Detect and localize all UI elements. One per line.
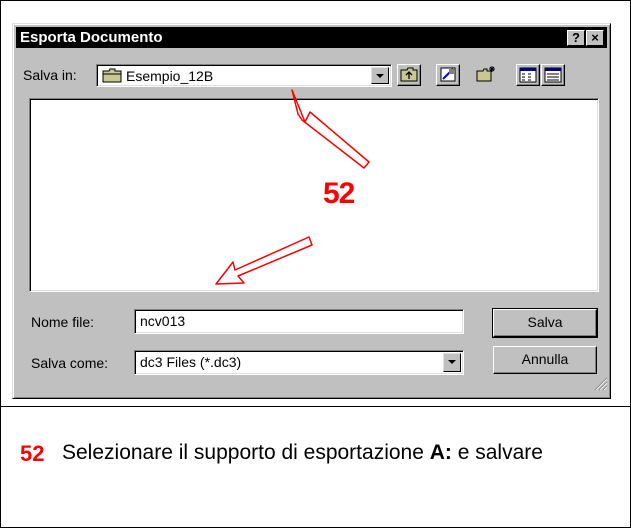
arrow-to-file-list — [215, 236, 313, 285]
callout-number: 52 — [323, 177, 355, 210]
arrow-to-save-in — [291, 89, 370, 169]
caption-drive: A: — [429, 441, 452, 464]
caption-text-end: e salvare — [451, 441, 543, 464]
caption-number: 52 — [20, 441, 45, 466]
caption-text: Selezionare il supporto di esportazione … — [62, 440, 607, 466]
caption-text-start: Selezionare il supporto di esportazione — [62, 441, 430, 464]
